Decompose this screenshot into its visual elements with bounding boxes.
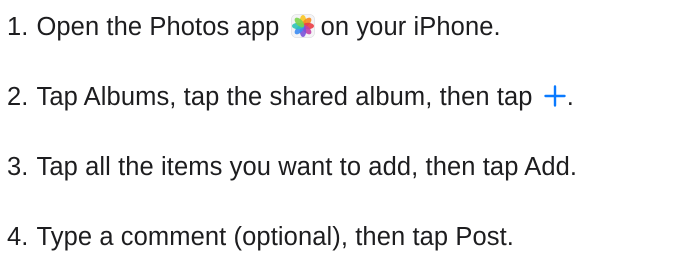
step-number: 1. [7, 13, 29, 41]
step-text: Tap Albums, tap the shared album, then t… [36, 83, 533, 111]
step-text-continued: . [566, 83, 574, 111]
step-number: 4. [7, 223, 29, 251]
step-2: 2. Tap Albums, tap the shared album, then… [7, 79, 574, 115]
photos-app-icon [290, 14, 315, 38]
step-number: 3. [7, 153, 29, 181]
plus-icon [543, 82, 567, 107]
step-3: 3. Tap all the items you want to add, the… [7, 149, 577, 185]
step-number: 2. [7, 83, 29, 111]
step-text: Open the Photos app [36, 13, 280, 41]
step-text: Type a comment (optional), then tap Post… [36, 223, 514, 251]
step-text: Tap all the items you want to add, then … [36, 153, 578, 181]
step-text-continued: on your iPhone. [320, 13, 501, 41]
step-1: 1. Open the Photos app on your iPhone. [7, 9, 501, 45]
step-4: 4. Type a comment (optional), then tap Po… [7, 219, 514, 255]
